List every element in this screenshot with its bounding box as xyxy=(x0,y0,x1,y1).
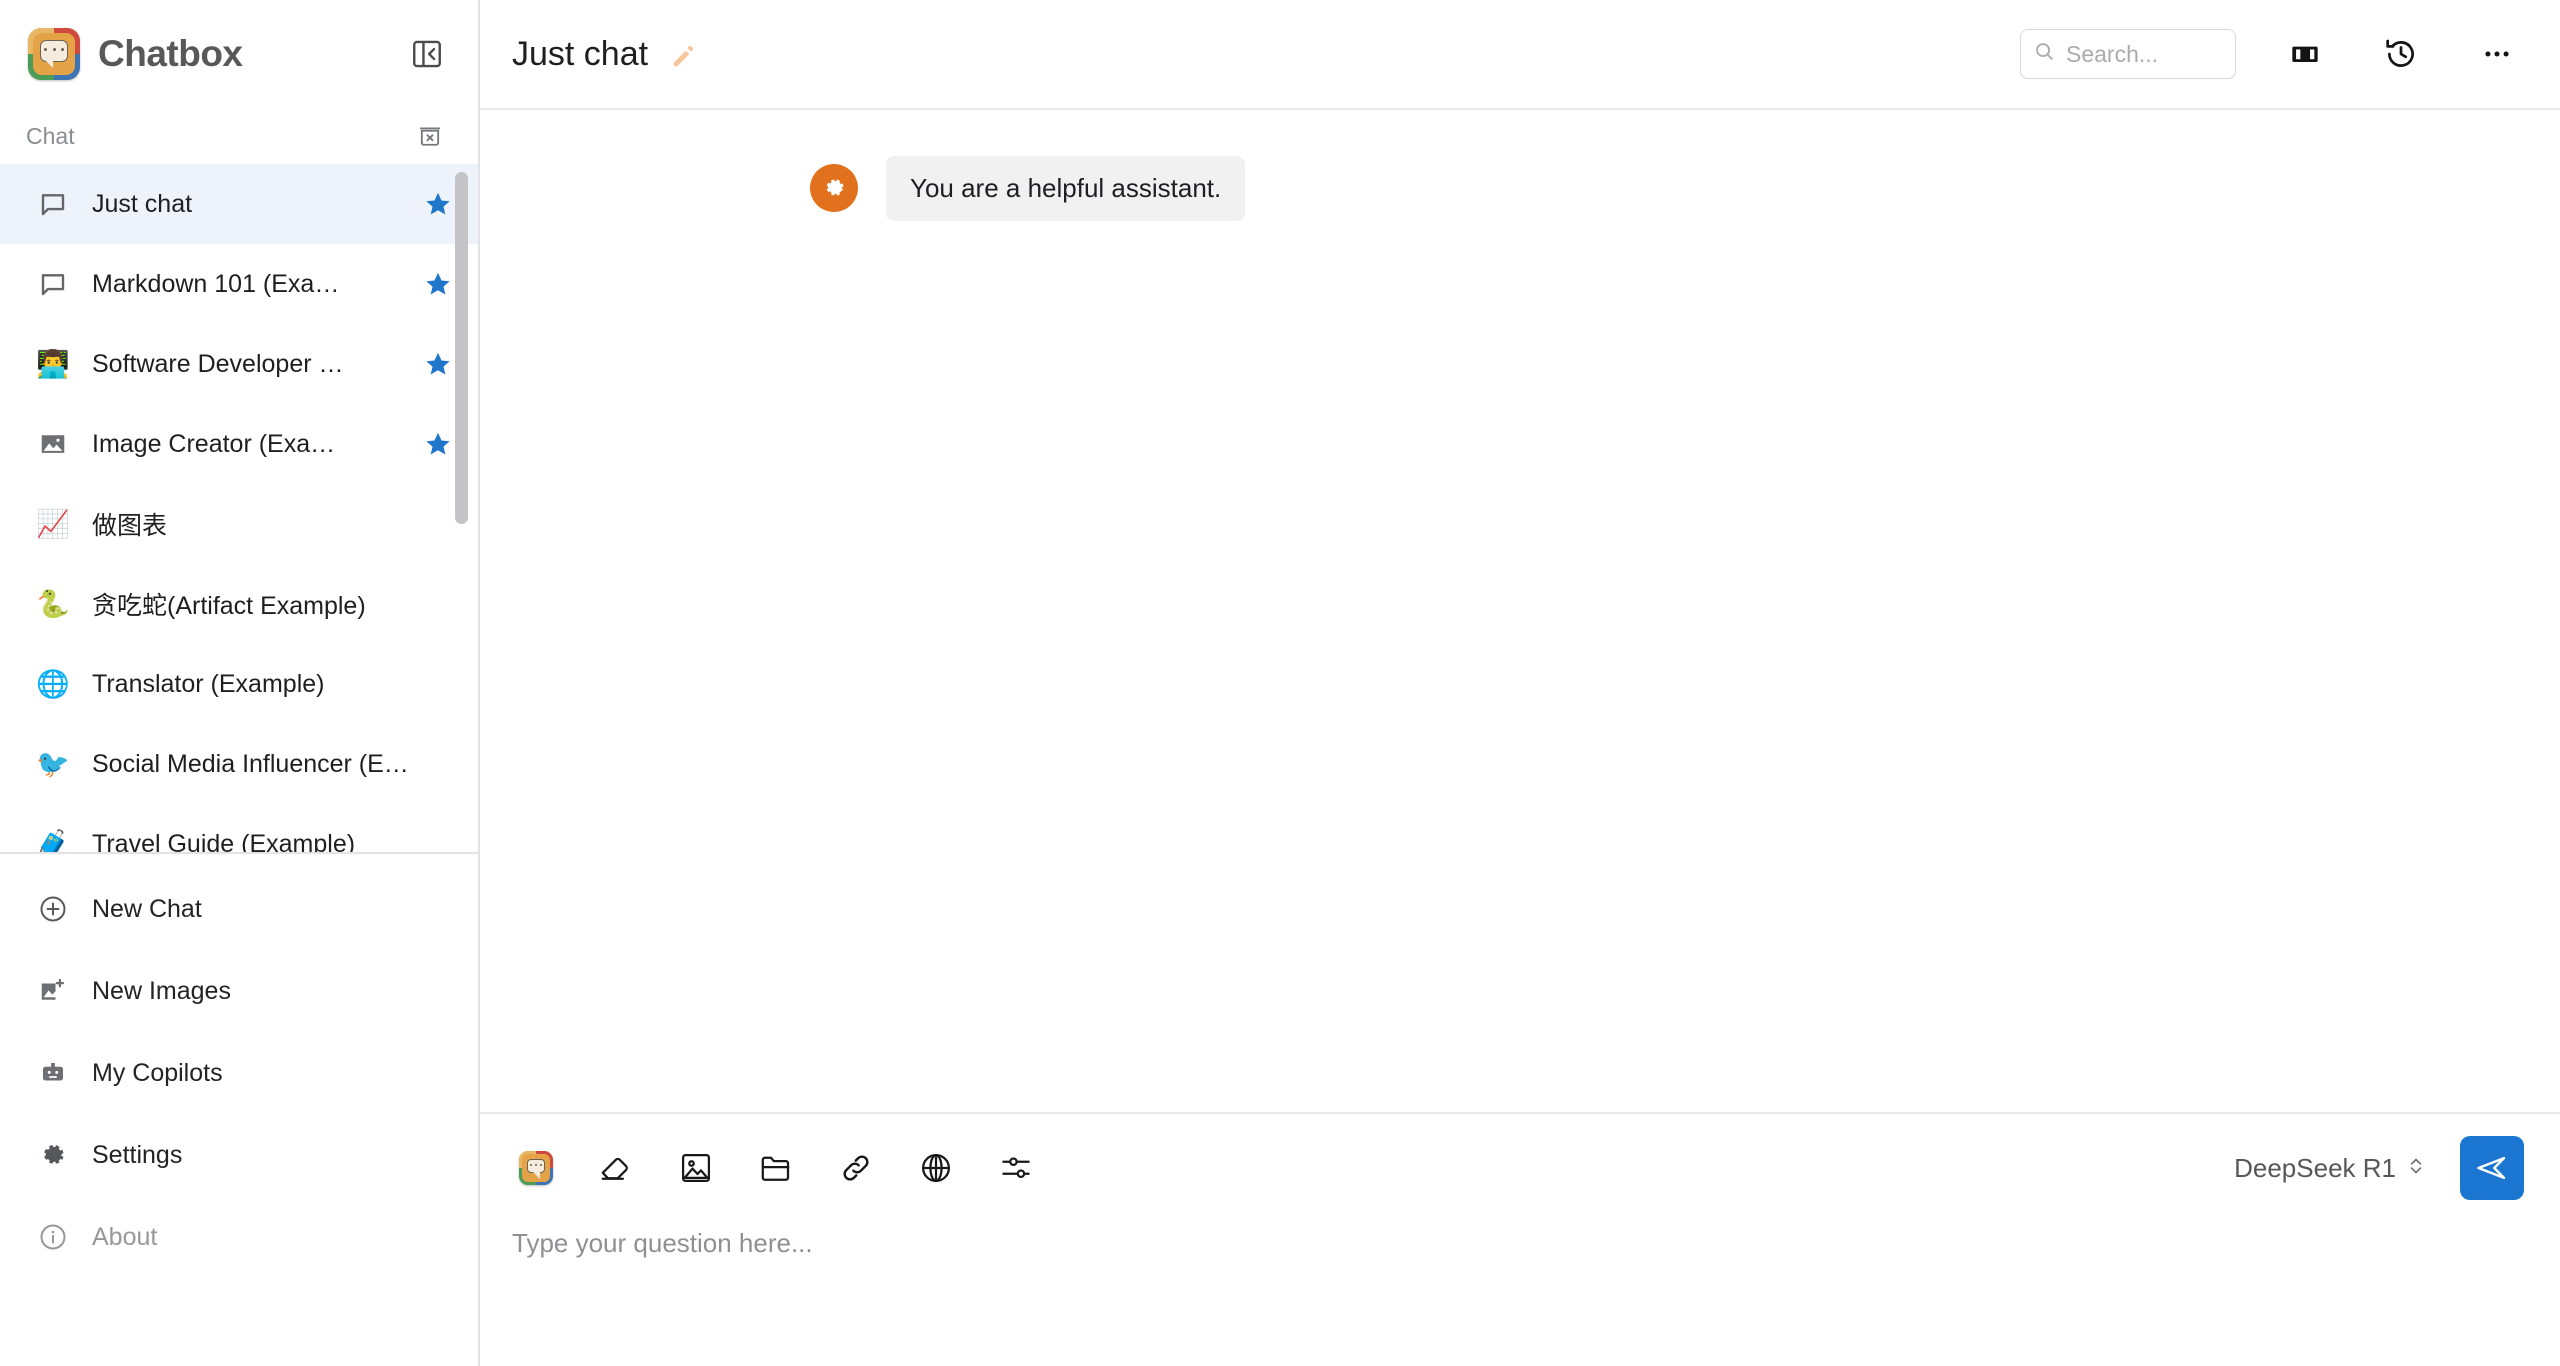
sidebar-item-label: Settings xyxy=(92,1140,183,1169)
message-input[interactable]: Type your question here... xyxy=(512,1200,2524,1259)
chart-emoji-icon: 📈 xyxy=(36,508,70,539)
chat-bubble-icon xyxy=(36,267,70,301)
chat-item-translator[interactable]: 🌐 Translator (Example) xyxy=(0,644,478,724)
chat-item-label: Travel Guide (Example) xyxy=(92,829,356,853)
chatbox-logo-icon xyxy=(28,28,80,80)
message-list: You are a helpful assistant. xyxy=(480,110,2560,1112)
chatbox-logo-icon[interactable] xyxy=(512,1144,560,1192)
globe-icon[interactable] xyxy=(912,1144,960,1192)
translate-icon: 🌐 xyxy=(36,668,70,699)
search-input[interactable]: Search... xyxy=(2020,29,2236,79)
chevron-updown-icon xyxy=(2406,1153,2426,1184)
chat-item-image-creator[interactable]: Image Creator (Exa… xyxy=(0,404,478,484)
message-bubble: You are a helpful assistant. xyxy=(886,156,1246,221)
chat-item-software-developer[interactable]: 👨‍💻 Software Developer … xyxy=(0,324,478,404)
travel-emoji-icon: 🧳 xyxy=(36,828,70,852)
chat-item-label: 做图表 xyxy=(92,512,168,540)
chat-list: Just chat Markdown 101 (Exa… 👨‍💻 xyxy=(0,164,478,852)
sidebar-nav: New Chat New Images My Copilots Settings… xyxy=(0,854,478,1278)
sidebar: Chatbox Chat Just chat Markdown 101 (Exa… xyxy=(0,0,480,1366)
chat-item-snake-artifact[interactable]: 🐍 贪吃蛇(Artifact Example) xyxy=(0,564,478,644)
chat-item-label: 贪吃蛇(Artifact Example) xyxy=(92,592,366,620)
model-selector[interactable]: DeepSeek R1 xyxy=(2234,1153,2426,1184)
collapse-sidebar-icon[interactable] xyxy=(410,37,444,71)
sidebar-item-my-copilots[interactable]: My Copilots xyxy=(0,1032,478,1114)
chat-bubble-icon xyxy=(36,187,70,221)
chat-section-header: Chat xyxy=(0,108,478,164)
chat-item-make-chart[interactable]: 📈 做图表 xyxy=(0,484,478,564)
sidebar-item-label: New Chat xyxy=(92,894,202,923)
chat-section-label: Chat xyxy=(26,122,75,149)
sidebar-scrollbar[interactable] xyxy=(455,172,468,524)
sliders-icon[interactable] xyxy=(992,1144,1040,1192)
image-icon[interactable] xyxy=(672,1144,720,1192)
chat-item-label: Software Developer … xyxy=(92,349,344,378)
link-icon[interactable] xyxy=(832,1144,880,1192)
message-row: You are a helpful assistant. xyxy=(480,156,2560,221)
twitter-bird-icon: 🐦 xyxy=(36,748,70,779)
developer-emoji-icon: 👨‍💻 xyxy=(36,348,70,379)
model-name-label: DeepSeek R1 xyxy=(2234,1152,2396,1183)
star-icon[interactable] xyxy=(424,190,452,218)
snake-game-icon: 🐍 xyxy=(36,588,70,619)
chat-item-just-chat[interactable]: Just chat xyxy=(0,164,478,244)
main-panel: Just chat Search... You are a helpful as… xyxy=(480,0,2560,1366)
sidebar-item-label: New Images xyxy=(92,976,231,1005)
chat-item-label: Markdown 101 (Exa… xyxy=(92,269,340,298)
robot-icon xyxy=(36,1056,70,1090)
composer: DeepSeek R1 Type your question here... xyxy=(480,1112,2560,1366)
star-icon[interactable] xyxy=(424,350,452,378)
split-panel-icon[interactable] xyxy=(2278,27,2332,81)
send-button[interactable] xyxy=(2460,1136,2524,1200)
sidebar-item-new-chat[interactable]: New Chat xyxy=(0,868,478,950)
star-icon[interactable] xyxy=(424,430,452,458)
brand-title: Chatbox xyxy=(98,33,243,74)
clear-chats-icon[interactable] xyxy=(416,122,444,150)
chat-item-social-media-influencer[interactable]: 🐦 Social Media Influencer (E… xyxy=(0,724,478,804)
sidebar-item-about[interactable]: About xyxy=(0,1196,478,1278)
chat-item-label: Image Creator (Exa… xyxy=(92,429,336,458)
sidebar-header: Chatbox xyxy=(0,0,478,108)
sidebar-item-label: About xyxy=(92,1222,158,1251)
chat-item-markdown-101[interactable]: Markdown 101 (Exa… xyxy=(0,244,478,324)
plus-circle-icon xyxy=(36,892,70,926)
more-dots-icon[interactable] xyxy=(2470,27,2524,81)
chat-item-label: Translator (Example) xyxy=(92,669,325,698)
chat-item-label: Just chat xyxy=(92,189,193,218)
search-icon xyxy=(2033,40,2056,68)
sidebar-item-settings[interactable]: Settings xyxy=(0,1114,478,1196)
image-icon xyxy=(36,427,70,461)
sidebar-item-label: My Copilots xyxy=(92,1058,223,1087)
folder-icon[interactable] xyxy=(752,1144,800,1192)
sidebar-item-new-images[interactable]: New Images xyxy=(0,950,478,1032)
pencil-icon[interactable] xyxy=(670,44,696,70)
chat-item-label: Social Media Influencer (E… xyxy=(92,749,409,778)
info-circle-icon xyxy=(36,1220,70,1254)
star-icon[interactable] xyxy=(424,270,452,298)
search-placeholder: Search... xyxy=(2066,40,2159,67)
page-title: Just chat xyxy=(512,34,649,73)
eraser-icon[interactable] xyxy=(592,1144,640,1192)
gear-icon xyxy=(810,164,858,212)
app-root: Chatbox Chat Just chat Markdown 101 (Exa… xyxy=(0,0,2560,1366)
topbar: Just chat Search... xyxy=(480,0,2560,110)
history-clock-icon[interactable] xyxy=(2374,27,2428,81)
gear-icon xyxy=(36,1138,70,1172)
chat-item-travel-guide[interactable]: 🧳 Travel Guide (Example) xyxy=(0,804,478,853)
image-plus-icon xyxy=(36,974,70,1008)
composer-toolbar: DeepSeek R1 xyxy=(512,1136,2524,1200)
